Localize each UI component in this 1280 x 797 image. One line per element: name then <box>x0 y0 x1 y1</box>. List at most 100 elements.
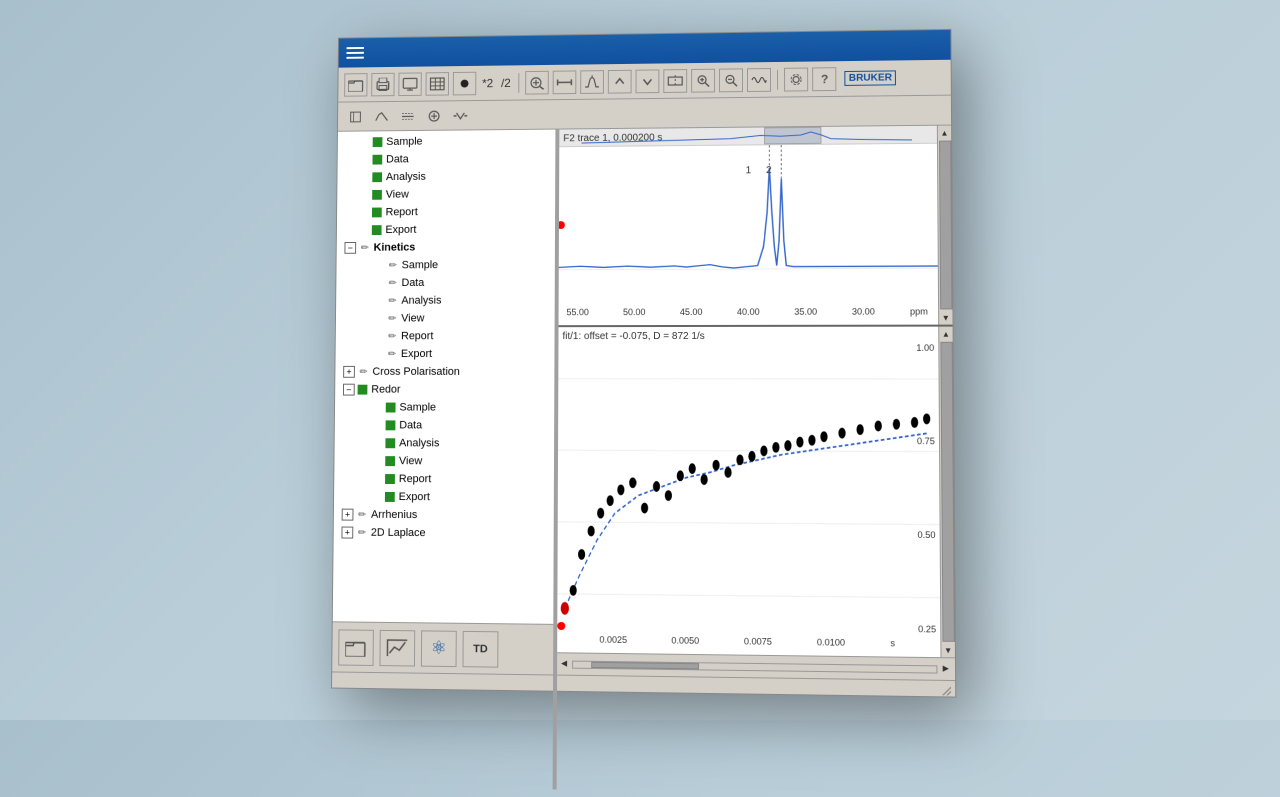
tree-label: Data <box>399 419 422 431</box>
expand-redor[interactable]: − <box>343 384 355 396</box>
top-chart-scrollbar: ▲ ▼ <box>937 126 953 325</box>
tree-item-sample-r[interactable]: Sample <box>335 399 555 417</box>
bottom-chart-svg <box>555 343 940 635</box>
bruker-logo: BRUKER <box>845 70 896 86</box>
hamburger-menu[interactable] <box>346 47 363 59</box>
tree-item-view-r[interactable]: View <box>334 452 555 471</box>
scroll-down-arrow-2[interactable]: ▼ <box>941 643 955 658</box>
expand-2d-laplace[interactable]: + <box>341 527 353 539</box>
expand-cross-pol[interactable]: + <box>343 366 355 378</box>
tree-item-export-k[interactable]: ✏ Export <box>335 345 555 363</box>
chart-tool-4[interactable] <box>422 104 446 128</box>
pencil-icon-2dl: ✏ <box>356 527 368 539</box>
tree-label: Export <box>401 348 432 360</box>
molecule-button[interactable]: ⚛ <box>421 630 457 667</box>
tree-item-report-1[interactable]: Report <box>337 202 556 221</box>
tree-view[interactable]: Sample Data Analysis <box>333 130 557 624</box>
pencil-icon-k: ✏ <box>387 259 399 271</box>
horizontal-scrollbar[interactable] <box>572 660 938 673</box>
down-button[interactable] <box>636 69 660 93</box>
scroll-up-arrow-2[interactable]: ▲ <box>939 327 953 341</box>
pencil-icon-dk: ✏ <box>387 277 399 289</box>
tree-label: Sample <box>402 259 439 271</box>
x-label-55: 55.00 <box>567 307 589 317</box>
tree-item-2d-laplace[interactable]: + ✏ 2D Laplace <box>334 523 555 543</box>
right-panel: F2 trace 1, 0.000200 s 1 2 <box>555 126 955 680</box>
divide-label: /2 <box>499 76 513 90</box>
pencil-icon-ak: ✏ <box>387 295 399 307</box>
tree-label: Analysis <box>399 437 439 449</box>
scroll-right-btn[interactable]: ► <box>941 663 951 674</box>
tree-item-redor[interactable]: − Redor <box>335 381 555 399</box>
expand-button[interactable] <box>664 69 688 93</box>
chart-top-label: F2 trace 1, 0.000200 s <box>563 132 662 144</box>
expand-kinetics[interactable]: − <box>344 242 356 254</box>
tree-item-sample-1[interactable]: Sample <box>338 132 557 152</box>
zoom-all-button[interactable] <box>553 70 577 94</box>
tree-item-export-r[interactable]: Export <box>334 488 555 507</box>
td-button[interactable]: TD <box>462 630 498 667</box>
tree-label: View <box>399 455 422 467</box>
x-label-40: 40.00 <box>737 307 760 317</box>
tree-label: Sample <box>399 402 436 414</box>
tree-label: Report <box>399 473 432 485</box>
wave-button[interactable] <box>747 67 771 91</box>
zoom-out-button[interactable] <box>719 68 743 92</box>
open-file-button[interactable] <box>338 629 374 666</box>
grid-button[interactable] <box>426 72 450 96</box>
multiply-label: *2 <box>480 76 495 90</box>
tree-item-report-r[interactable]: Report <box>334 470 555 489</box>
tree-item-cross-pol[interactable]: + ✏ Cross Polarisation <box>335 363 555 381</box>
record-button[interactable] <box>453 71 477 95</box>
peaks-button[interactable] <box>581 70 605 94</box>
tree-item-analysis-k[interactable]: ✏ Analysis <box>336 291 556 309</box>
tree-item-data-r[interactable]: Data <box>335 416 555 435</box>
scroll-left-btn[interactable]: ◄ <box>559 658 569 669</box>
zoom-in-button[interactable] <box>691 68 715 92</box>
scroll-thumb-top[interactable] <box>938 141 951 310</box>
expand-arrhenius[interactable]: + <box>342 509 354 521</box>
bottom-chart-scrollbar: ▲ ▼ <box>938 327 955 658</box>
tree-item-analysis-1[interactable]: Analysis <box>337 167 556 186</box>
chart-tool-5[interactable] <box>449 104 473 128</box>
tree-label: Export <box>399 491 430 503</box>
pencil-icon-cp: ✏ <box>358 366 370 378</box>
tree-item-export-1[interactable]: Export <box>337 220 556 239</box>
tree-item-report-k[interactable]: ✏ Report <box>336 327 556 345</box>
chart-tool-1[interactable] <box>344 105 367 129</box>
tree-item-data-1[interactable]: Data <box>338 149 557 169</box>
scroll-up-arrow[interactable]: ▲ <box>937 126 951 140</box>
pencil-icon: ✏ <box>359 242 371 254</box>
tree-label: Data <box>386 154 409 166</box>
chart-tool-2[interactable] <box>370 104 393 128</box>
tree-item-kinetics[interactable]: − ✏ Kinetics <box>337 238 556 257</box>
x-label-0050: 0.0050 <box>671 635 699 646</box>
scroll-down-arrow[interactable]: ▼ <box>939 310 953 324</box>
zoom-fit-button[interactable] <box>525 70 549 94</box>
tree-item-data-k[interactable]: ✏ Data <box>336 274 556 293</box>
scroll-thumb-bottom[interactable] <box>940 342 954 642</box>
up-button[interactable] <box>608 69 632 93</box>
main-content: Sample Data Analysis <box>332 126 955 680</box>
graph-button[interactable] <box>379 629 415 666</box>
tree-item-sample-k[interactable]: ✏ Sample <box>336 256 555 275</box>
x-label-0075: 0.0075 <box>744 636 772 647</box>
monitor-button[interactable] <box>398 72 421 96</box>
tree-item-view-k[interactable]: ✏ View <box>336 309 556 327</box>
chart-tool-3[interactable] <box>396 104 420 128</box>
tree-label: Export <box>385 224 416 236</box>
tree-item-view-1[interactable]: View <box>337 185 556 204</box>
help-button[interactable]: ? <box>812 67 836 91</box>
sep1 <box>519 73 520 93</box>
tree-item-arrhenius[interactable]: + ✏ Arrhenius <box>334 506 555 526</box>
print-button[interactable] <box>371 72 394 96</box>
x-label-0100: 0.0100 <box>817 637 845 648</box>
y-label-075: 0.75 <box>917 436 935 446</box>
y-label-05: 0.50 <box>917 530 935 540</box>
x-label-45: 45.00 <box>680 307 703 317</box>
tree-label: Redor <box>371 384 400 396</box>
tree-label: View <box>401 313 424 325</box>
open-folder-button[interactable] <box>344 73 367 97</box>
tree-item-analysis-r[interactable]: Analysis <box>335 434 556 453</box>
settings-button[interactable] <box>784 67 808 91</box>
